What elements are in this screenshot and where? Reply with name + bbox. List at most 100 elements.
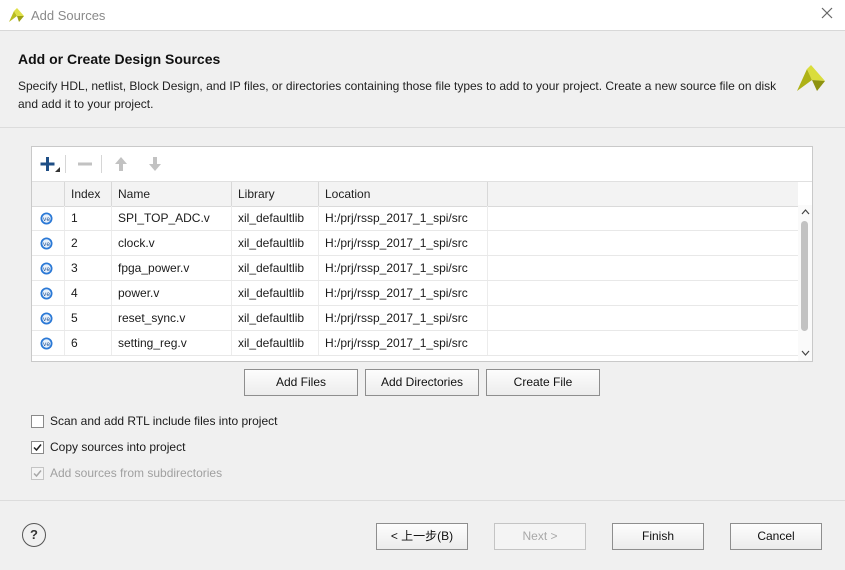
cell-library: xil_defaultlib [232, 256, 319, 280]
svg-text:ve: ve [43, 341, 51, 348]
sources-toolbar [32, 147, 812, 182]
page-title: Add or Create Design Sources [18, 51, 221, 67]
vivado-logo-icon [797, 65, 825, 91]
cell-index: 2 [65, 231, 112, 255]
copy-sources-checkbox[interactable] [31, 440, 44, 454]
footer-divider [0, 500, 845, 501]
finish-button[interactable]: Finish [612, 523, 704, 550]
svg-text:ve: ve [43, 266, 51, 273]
add-button[interactable] [38, 153, 62, 175]
cell-name: clock.v [112, 231, 232, 255]
column-header-icon [32, 182, 65, 206]
chevron-down-icon [801, 350, 809, 356]
cell-library: xil_defaultlib [232, 206, 319, 230]
add-subdirs-checkbox [31, 466, 44, 480]
copy-sources-label: Copy sources into project [50, 440, 186, 454]
page-description: Specify HDL, netlist, Block Design, and … [18, 79, 777, 111]
scan-rtl-label: Scan and add RTL include files into proj… [50, 414, 278, 428]
remove-button[interactable] [73, 153, 97, 175]
cell-index: 5 [65, 306, 112, 330]
chevron-up-icon [801, 209, 809, 215]
column-header-index[interactable]: Index [65, 182, 112, 206]
cancel-button[interactable]: Cancel [730, 523, 822, 550]
cell-location: H:/prj/rssp_2017_1_spi/src [319, 256, 488, 280]
file-icon-cell: ve [32, 306, 65, 330]
svg-text:ve: ve [43, 241, 51, 248]
cell-name: fpga_power.v [112, 256, 232, 280]
move-down-button[interactable] [143, 153, 167, 175]
sources-panel: Index Name Library Location ve 1 SPI_TOP… [31, 146, 813, 362]
vivado-logo-icon [9, 8, 24, 22]
add-icon [40, 157, 60, 172]
checkmark-icon [33, 469, 42, 477]
move-up-icon [115, 157, 127, 171]
table-row[interactable]: ve 1 SPI_TOP_ADC.v xil_defaultlib H:/prj… [32, 206, 798, 231]
close-icon[interactable] [819, 5, 835, 21]
move-up-button[interactable] [109, 153, 133, 175]
cell-location: H:/prj/rssp_2017_1_spi/src [319, 331, 488, 355]
table-scrollbar[interactable] [798, 205, 812, 361]
verilog-file-icon: ve [40, 262, 53, 275]
cell-library: xil_defaultlib [232, 306, 319, 330]
checkmark-icon [33, 443, 42, 451]
cell-index: 6 [65, 331, 112, 355]
file-icon-cell: ve [32, 256, 65, 280]
column-header-location[interactable]: Location [319, 182, 488, 206]
scan-rtl-option[interactable]: Scan and add RTL include files into proj… [31, 413, 277, 429]
svg-text:ve: ve [43, 291, 51, 298]
add-subdirs-option: Add sources from subdirectories [31, 465, 222, 481]
cell-location: H:/prj/rssp_2017_1_spi/src [319, 281, 488, 305]
svg-text:ve: ve [43, 316, 51, 323]
table-row[interactable]: ve 5 reset_sync.v xil_defaultlib H:/prj/… [32, 306, 798, 331]
cell-index: 3 [65, 256, 112, 280]
verilog-file-icon: ve [40, 287, 53, 300]
scroll-thumb[interactable] [801, 221, 808, 331]
cell-location: H:/prj/rssp_2017_1_spi/src [319, 206, 488, 230]
help-button[interactable]: ? [22, 523, 46, 547]
window-title: Add Sources [31, 8, 106, 23]
table-row[interactable]: ve 2 clock.v xil_defaultlib H:/prj/rssp_… [32, 231, 798, 256]
table-row[interactable]: ve 3 fpga_power.v xil_defaultlib H:/prj/… [32, 256, 798, 281]
cell-name: power.v [112, 281, 232, 305]
column-header-name[interactable]: Name [112, 182, 232, 206]
verilog-file-icon: ve [40, 237, 53, 250]
cell-location: H:/prj/rssp_2017_1_spi/src [319, 231, 488, 255]
cell-library: xil_defaultlib [232, 331, 319, 355]
add-subdirs-label: Add sources from subdirectories [50, 466, 223, 480]
sources-table: Index Name Library Location ve 1 SPI_TOP… [32, 182, 798, 361]
verilog-file-icon: ve [40, 337, 53, 350]
cell-name: setting_reg.v [112, 331, 232, 355]
copy-sources-option[interactable]: Copy sources into project [31, 439, 185, 455]
remove-icon [78, 162, 92, 166]
add-files-button[interactable]: Add Files [244, 369, 358, 396]
add-directories-button[interactable]: Add Directories [365, 369, 479, 396]
file-icon-cell: ve [32, 331, 65, 355]
table-header: Index Name Library Location [32, 182, 798, 207]
table-row[interactable]: ve 4 power.v xil_defaultlib H:/prj/rssp_… [32, 281, 798, 306]
cell-library: xil_defaultlib [232, 231, 319, 255]
header-divider [0, 127, 845, 128]
file-icon-cell: ve [32, 231, 65, 255]
column-header-library[interactable]: Library [232, 182, 319, 206]
cell-index: 1 [65, 206, 112, 230]
create-file-button[interactable]: Create File [486, 369, 600, 396]
verilog-file-icon: ve [40, 312, 53, 325]
scroll-up-button[interactable] [798, 205, 812, 219]
cell-location: H:/prj/rssp_2017_1_spi/src [319, 306, 488, 330]
back-button[interactable]: < 上一步(B) [376, 523, 468, 550]
toolbar-separator [101, 155, 102, 173]
verilog-file-icon: ve [40, 212, 53, 225]
cell-name: SPI_TOP_ADC.v [112, 206, 232, 230]
cell-index: 4 [65, 281, 112, 305]
file-icon-cell: ve [32, 281, 65, 305]
table-row[interactable]: ve 6 setting_reg.v xil_defaultlib H:/prj… [32, 331, 798, 356]
scroll-down-button[interactable] [798, 346, 812, 360]
cell-library: xil_defaultlib [232, 281, 319, 305]
scan-rtl-checkbox[interactable] [31, 414, 44, 428]
toolbar-separator [65, 155, 66, 173]
file-icon-cell: ve [32, 206, 65, 230]
next-button: Next > [494, 523, 586, 550]
title-bar: Add Sources [0, 0, 845, 31]
cell-name: reset_sync.v [112, 306, 232, 330]
svg-text:ve: ve [43, 216, 51, 223]
